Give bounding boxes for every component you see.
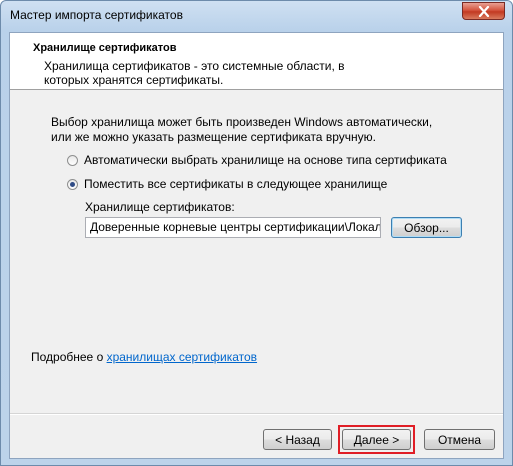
wizard-client-area: Хранилище сертификатов Хранилища сертифи… [9,32,504,459]
intro-text: Выбор хранилища может быть произведен Wi… [51,115,433,144]
browse-button[interactable]: Обзор... [391,217,462,238]
radio-auto-indicator[interactable] [67,154,78,166]
dialog-window: Мастер импорта сертификатов Хранилище се… [0,0,513,466]
wizard-header: Хранилище сертификатов Хранилища сертифи… [10,33,503,90]
cancel-button[interactable]: Отмена [424,429,495,450]
close-button[interactable] [462,2,505,20]
store-path-field[interactable]: Доверенные корневые центры сертификации\… [85,217,381,238]
window-title: Мастер импорта сертификатов [10,8,183,22]
page-description: Хранилища сертификатов - это системные о… [44,59,345,87]
radio-auto-select-store[interactable]: Автоматически выбрать хранилище на основ… [67,152,447,168]
next-button-highlight [338,425,415,454]
page-title: Хранилище сертификатов [33,42,177,54]
radio-auto-label[interactable]: Автоматически выбрать хранилище на основ… [84,153,447,167]
footer-divider [10,413,503,415]
store-field-label: Хранилище сертификатов: [85,200,235,214]
close-icon [478,6,490,17]
more-info-prefix: Подробнее о [31,350,107,364]
back-button[interactable]: < Назад [263,429,332,450]
store-help-link[interactable]: хранилищах сертификатов [107,350,257,364]
title-bar[interactable]: Мастер импорта сертификатов [1,1,512,31]
radio-manual-indicator[interactable] [67,178,78,190]
more-info-row: Подробнее о хранилищах сертификатов [31,350,257,364]
radio-manual-label[interactable]: Поместить все сертификаты в следующее хр… [84,177,387,191]
radio-manual-store[interactable]: Поместить все сертификаты в следующее хр… [67,176,387,192]
